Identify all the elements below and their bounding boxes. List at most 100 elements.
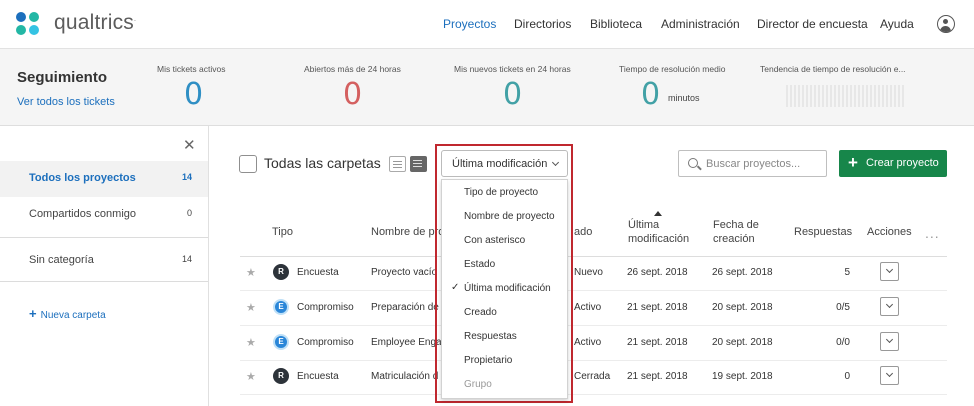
nav-director-de-encuesta[interactable]: Director de encuesta — [757, 17, 868, 31]
search-placeholder: Buscar proyectos... — [706, 158, 801, 170]
sort-option-responses[interactable]: Respuestas — [442, 325, 567, 349]
close-icon[interactable]: ✕ — [183, 136, 196, 154]
survey-type-icon: R — [273, 264, 289, 280]
column-header-responses[interactable]: Respuestas — [794, 225, 852, 239]
column-header-type[interactable]: Tipo — [272, 225, 293, 239]
row-status: Cerrada — [574, 371, 611, 382]
metric-value-new-tickets-24h: 0 — [503, 77, 523, 112]
row-actions-button[interactable] — [880, 262, 899, 281]
sidebar-item-shared-with-me[interactable]: Compartidos conmigo 0 — [0, 197, 208, 233]
sort-option-project-type[interactable]: Tipo de proyecto — [442, 181, 567, 205]
nav-administracion[interactable]: Administración — [661, 17, 740, 31]
row-responses: 0 — [844, 371, 850, 382]
column-header-status[interactable]: ado — [574, 225, 592, 239]
row-responses: 5 — [844, 267, 850, 278]
row-actions-button[interactable] — [880, 366, 899, 385]
metric-label-avg-resolution: Tiempo de resolución medio — [619, 64, 726, 74]
sidebar-item-count: 0 — [186, 208, 192, 218]
trend-bar — [846, 85, 848, 107]
search-input[interactable]: Buscar proyectos... — [678, 150, 827, 177]
sidebar-item-uncategorized[interactable]: Sin categoría 14 — [0, 243, 208, 279]
row-modified: 21 sept. 2018 — [627, 337, 688, 348]
trend-bar — [874, 85, 876, 107]
table-row[interactable]: ★ E Compromiso Preparación de Activo 21 … — [240, 292, 947, 326]
sort-option-group: Grupo — [464, 379, 492, 390]
row-type: Encuesta — [297, 371, 339, 382]
row-status: Activo — [574, 302, 602, 313]
nav-proyectos[interactable]: Proyectos — [443, 17, 496, 31]
sort-option-owner[interactable]: Propietario — [442, 349, 567, 373]
tracking-title: Seguimiento — [17, 69, 108, 86]
metric-label-open-24h: Abiertos más de 24 horas — [304, 64, 401, 74]
sidebar-item-count: 14 — [181, 172, 192, 182]
row-created: 20 sept. 2018 — [712, 302, 773, 313]
metric-label-new-tickets-24h: Mis nuevos tickets en 24 horas — [454, 64, 571, 74]
row-name[interactable]: Proyecto vacío — [371, 267, 437, 278]
plus-icon: + — [29, 306, 37, 321]
sidebar-item-all-projects[interactable]: Todos los proyectos 14 — [0, 161, 208, 197]
compact-view-icon[interactable] — [410, 156, 427, 172]
create-project-button[interactable]: + Crear proyecto — [839, 150, 947, 177]
sort-dropdown-menu: Tipo de proyecto Nombre de proyecto Con … — [441, 179, 568, 399]
star-icon[interactable]: ★ — [246, 301, 256, 314]
trend-bar — [890, 85, 892, 107]
qualtrics-logo-icon[interactable] — [16, 12, 42, 38]
row-actions-button[interactable] — [880, 332, 899, 351]
sort-option-last-modified[interactable]: ✓ Última modificación — [442, 277, 567, 301]
column-header-created[interactable]: Fecha de creación — [713, 218, 759, 246]
table-row[interactable]: ★ R Encuesta Matriculación d Cerrada 21 … — [240, 361, 947, 395]
trend-bar — [830, 85, 832, 107]
view-all-tickets-link[interactable]: Ver todos los tickets — [17, 96, 115, 108]
list-view-icon[interactable] — [389, 156, 406, 172]
table-row[interactable]: ★ R Encuesta Proyecto vacío Nuevo 26 sep… — [240, 257, 947, 291]
column-header-actions: Acciones — [867, 226, 912, 238]
sort-ascending-icon — [654, 211, 662, 216]
star-icon[interactable]: ★ — [246, 266, 256, 279]
sidebar-item-label: Compartidos conmigo — [29, 208, 136, 220]
plus-icon: + — [848, 153, 858, 172]
row-created: 19 sept. 2018 — [712, 371, 773, 382]
table-row[interactable]: ★ E Compromiso Employee Enga Activo 21 s… — [240, 327, 947, 361]
trend-bar — [894, 85, 896, 107]
nav-biblioteca[interactable]: Biblioteca — [590, 17, 642, 31]
more-icon[interactable]: ... — [925, 225, 940, 241]
row-name[interactable]: Preparación de — [371, 302, 439, 313]
trend-bar — [810, 85, 812, 107]
trend-bar — [826, 85, 828, 107]
nav-directorios[interactable]: Directorios — [514, 17, 571, 31]
trend-bar — [858, 85, 860, 107]
row-name[interactable]: Matriculación d — [371, 371, 438, 382]
sort-option-status[interactable]: Estado — [442, 253, 567, 277]
folder-sidebar: ✕ Todos los proyectos 14 Compartidos con… — [0, 126, 209, 406]
metric-unit-minutes: minutos — [668, 93, 700, 103]
row-actions-button[interactable] — [880, 297, 899, 316]
row-name[interactable]: Employee Enga — [371, 337, 442, 348]
sort-option-starred[interactable]: Con asterisco — [442, 229, 567, 253]
sidebar-item-count: 14 — [181, 254, 192, 264]
row-status: Nuevo — [574, 267, 603, 278]
engagement-type-icon: E — [273, 299, 289, 315]
sort-option-project-name[interactable]: Nombre de proyecto — [442, 205, 567, 229]
top-nav-bar: qualtrics. Proyectos Directorios Bibliot… — [0, 0, 974, 49]
new-folder-link[interactable]: + Nueva carpeta — [29, 306, 106, 321]
user-icon[interactable] — [937, 15, 955, 33]
metric-value-active-tickets: 0 — [184, 77, 204, 112]
nav-ayuda[interactable]: Ayuda — [880, 17, 914, 31]
search-icon — [688, 158, 698, 168]
row-responses: 0/5 — [836, 302, 850, 313]
column-header-name[interactable]: Nombre de pro — [371, 225, 444, 239]
row-modified: 26 sept. 2018 — [627, 267, 688, 278]
resolution-trend-sparkline — [786, 85, 908, 107]
logo-text[interactable]: qualtrics. — [54, 11, 136, 35]
column-header-modified[interactable]: Última modificación — [628, 218, 689, 246]
row-responses: 0/0 — [836, 337, 850, 348]
metric-value-open-24h: 0 — [343, 77, 363, 112]
trend-bar — [866, 85, 868, 107]
sort-option-created[interactable]: Creado — [442, 301, 567, 325]
trend-bar — [798, 85, 800, 107]
star-icon[interactable]: ★ — [246, 336, 256, 349]
trend-bar — [818, 85, 820, 107]
star-icon[interactable]: ★ — [246, 370, 256, 383]
select-all-checkbox[interactable] — [239, 155, 257, 173]
trend-bar — [882, 85, 884, 107]
